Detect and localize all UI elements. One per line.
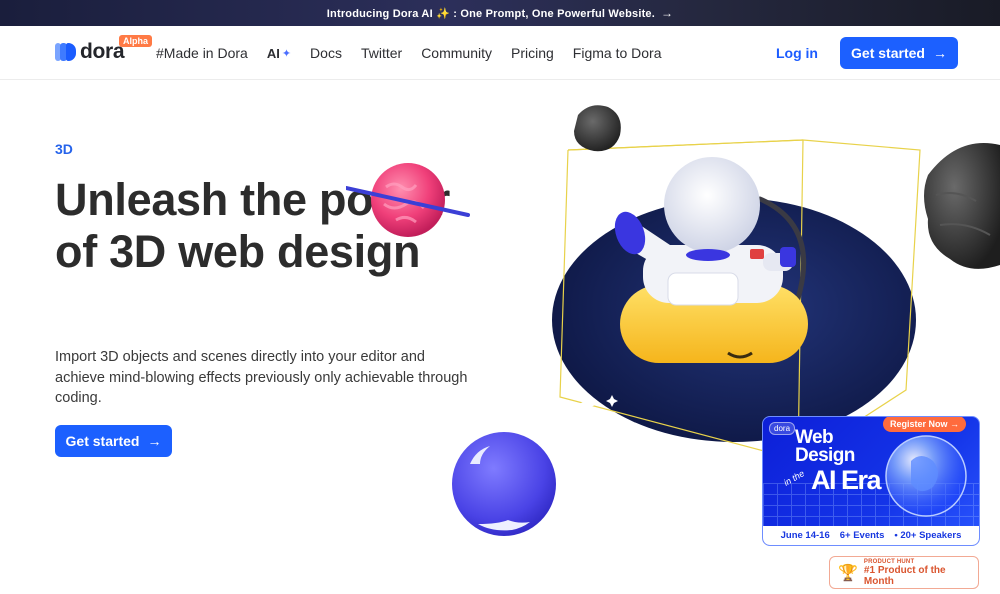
alpha-badge: Alpha — [119, 35, 153, 47]
product-hunt-badge[interactable]: 🏆 PRODUCT HUNT #1 Product of the Month — [829, 556, 979, 589]
hero-get-started-label: Get started — [65, 433, 140, 449]
arrow-right-icon: → — [661, 6, 674, 20]
hero-eyebrow: 3D — [55, 141, 73, 157]
product-hunt-award: #1 Product of the Month — [863, 564, 946, 587]
nav-link-pricing[interactable]: Pricing — [511, 45, 554, 61]
nav-link-twitter[interactable]: Twitter — [361, 45, 402, 61]
trophy-icon: 🏆 — [838, 564, 858, 582]
hero-description: Import 3D objects and scenes directly in… — [55, 349, 468, 406]
promo-footer: June 14-16 6+ Events • 20+ Speakers — [763, 526, 979, 545]
glass-orb-illustration — [885, 435, 967, 517]
web-design-ai-era-promo-card[interactable]: dora Register Now → Web Design in the AI… — [762, 416, 980, 546]
announcement-banner[interactable]: Introducing Dora AI ✨ : One Prompt, One … — [0, 0, 1000, 26]
nav-link-ai[interactable]: AI ✦ — [267, 46, 291, 61]
login-link[interactable]: Log in — [776, 45, 818, 61]
promo-dora-tag: dora — [769, 422, 796, 435]
register-now-button[interactable]: Register Now → — [882, 417, 966, 432]
promo-speakers: • 20+ Speakers — [894, 530, 962, 541]
nav-link-made-in-dora[interactable]: #Made in Dora — [156, 45, 248, 61]
promo-date: June 14-16 — [780, 530, 830, 541]
pink-planet-illustration — [346, 163, 470, 237]
blue-sphere-illustration — [452, 432, 556, 536]
nav-link-figma-to-dora[interactable]: Figma to Dora — [573, 45, 662, 61]
arrow-right-icon: → — [147, 433, 162, 449]
dora-logo[interactable]: dora Alpha — [55, 35, 153, 64]
nav-link-docs[interactable]: Docs — [310, 45, 342, 61]
sparkle-icon: ✦ — [281, 47, 292, 60]
product-hunt-text: PRODUCT HUNT #1 Product of the Month — [864, 559, 978, 587]
promo-events: 6+ Events — [839, 530, 885, 541]
top-nav: dora Alpha #Made in Dora AI ✦ Docs Twitte… — [0, 26, 1000, 80]
nav-get-started-button[interactable]: Get started → — [840, 37, 958, 69]
logo-text: dora — [80, 40, 125, 63]
nav-link-community[interactable]: Community — [421, 45, 492, 61]
hero-get-started-button[interactable]: Get started → — [55, 425, 172, 457]
nav-links: #Made in Dora AI ✦ Docs Twitter Community… — [156, 26, 680, 80]
nav-get-started-label: Get started — [851, 45, 925, 61]
arrow-right-icon: → — [932, 45, 947, 61]
astronaut-3d-scene — [552, 105, 1000, 461]
dora-logo-icon — [55, 41, 77, 63]
promo-title-line-4: AI Era — [811, 465, 882, 495]
nav-link-ai-label: AI — [266, 45, 280, 61]
promo-title-line-2: Design — [795, 445, 855, 466]
announcement-text: Introducing Dora AI ✨ : One Prompt, One … — [326, 7, 656, 20]
